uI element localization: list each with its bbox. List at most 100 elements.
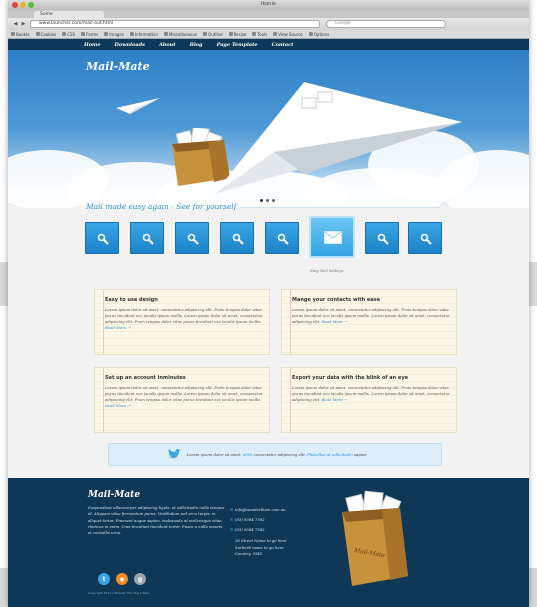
contact-phone-row: ✆ (03) 9384 7382	[230, 515, 340, 525]
magnifier-icon	[142, 233, 154, 245]
paper-plane-illustration	[214, 82, 462, 194]
nav-home[interactable]: Home	[84, 42, 101, 48]
magnifier-icon	[277, 233, 289, 245]
back-button-icon[interactable]: ◀	[12, 21, 19, 27]
hero-banner: Mail-Mate	[8, 50, 529, 208]
browser-search-input[interactable]: Google	[326, 20, 446, 28]
magnifier-icon	[420, 233, 432, 245]
feature-body: Lorem ipsum dolor sit amet, consectetur …	[292, 307, 450, 324]
bookmark-item[interactable]: Tools	[252, 32, 267, 37]
contact-email-link[interactable]: info@wanderthem.com.au	[235, 507, 286, 512]
featured-tile-caption: - Easy Mail Settings	[308, 269, 344, 273]
read-more-link[interactable]: Read More →	[322, 319, 348, 324]
bookmark-item[interactable]: Options	[308, 32, 329, 37]
footer-description: Suspendisse ullamcorper adipiscing ligul…	[88, 505, 225, 536]
feature-title: Set up an account inminutes	[105, 375, 186, 381]
bookmark-item[interactable]: Bookle	[11, 32, 30, 37]
footer-contact: ✉ info@wanderthem.com.au ✆ (03) 9384 7382 …	[230, 505, 340, 535]
feature-body: Lorem ipsum dolor sit amet, consectetur …	[105, 307, 263, 330]
bookmark-favicon-icon	[129, 32, 134, 36]
read-more-link[interactable]: Read More →	[322, 397, 348, 402]
contact-email-row: ✉ info@wanderthem.com.au	[230, 505, 340, 515]
margin-line	[290, 368, 291, 432]
magnifier-icon	[187, 233, 199, 245]
margin-line	[103, 290, 104, 354]
feature-box: Set up an account inminutes Lorem ipsum …	[94, 367, 270, 433]
nav-page-template[interactable]: Page Template	[217, 42, 258, 48]
footer-address: 26 Street Name to go here Surburb name t…	[235, 538, 287, 556]
feature-title: Mange your contacts with ease	[292, 297, 381, 303]
copyright: Copyright 2011 | Wander Han Tag 1 Italic	[88, 591, 150, 595]
bookmark-item[interactable]: Resize	[228, 32, 246, 37]
bookmark-favicon-icon	[81, 32, 86, 36]
bookmark-favicon-icon	[308, 32, 313, 36]
contact-fax-row: ✆ (03) 9384 7382	[230, 525, 340, 535]
bookmark-favicon-icon	[273, 32, 278, 36]
google-icon[interactable]: g	[134, 573, 146, 585]
bookmark-item[interactable]: View Source	[273, 32, 303, 37]
window-titlebar: Ikonie	[8, 0, 529, 10]
feature-box: Mange your contacts with ease Lorem ipsu…	[281, 289, 457, 355]
margin-line	[103, 368, 104, 432]
feature-tile[interactable]	[85, 222, 119, 254]
tweet-link[interactable]: Phasellus id sollicitudin	[307, 452, 353, 457]
read-more-link[interactable]: Read More →	[105, 325, 131, 330]
nav-contact[interactable]: Contact	[272, 42, 294, 48]
window-title: Ikonie	[261, 1, 276, 7]
bookmark-favicon-icon	[104, 32, 109, 36]
tweet-link[interactable]: n900	[243, 452, 253, 457]
bookmark-item[interactable]: Miscellaneous	[164, 32, 197, 37]
bookmark-item[interactable]: Images	[104, 32, 124, 37]
feature-tile[interactable]	[365, 222, 399, 254]
feature-tile[interactable]	[408, 222, 442, 254]
browser-window: Ikonie Some ◀ ▶ www.launcher.com/mail-ou…	[8, 0, 529, 607]
bookmark-item[interactable]: Information	[129, 32, 158, 37]
feature-title: Export your data with the blink of an ey…	[292, 375, 408, 381]
tagline-divider	[240, 206, 441, 208]
twitter-bird-icon	[168, 449, 181, 459]
feature-body: Lorem ipsum dolor sit amet, consectetur …	[292, 385, 450, 402]
browser-tab[interactable]: Some	[34, 11, 104, 18]
footer-logo: Mail-Mate	[88, 490, 141, 500]
envelope-icon	[324, 231, 342, 244]
forward-button-icon[interactable]: ▶	[20, 21, 27, 27]
latest-tweet-bar: Lorem ipsum dolor sit amet, n900 consect…	[108, 443, 442, 466]
feature-box: Export your data with the blink of an ey…	[281, 367, 457, 433]
feature-tile-featured[interactable]	[309, 216, 355, 258]
feature-tile[interactable]	[130, 222, 164, 254]
feature-tiles	[85, 216, 445, 262]
nav-downloads[interactable]: Downloads	[115, 42, 145, 48]
tweet-text: Lorem ipsum dolor sit amet, n900 consect…	[187, 452, 367, 457]
feature-box: Easy to use design Lorem ipsum dolor sit…	[94, 289, 270, 355]
bookmark-favicon-icon	[35, 32, 40, 36]
bookmark-item[interactable]: Forms	[81, 32, 98, 37]
small-paper-plane-illustration	[116, 98, 160, 114]
bookmark-item[interactable]: Cookies	[35, 32, 56, 37]
magnifier-icon	[232, 233, 244, 245]
magnifier-icon	[377, 233, 389, 245]
magnifier-icon	[97, 233, 109, 245]
footer-mail-box-illustration: Mail-Mate	[342, 490, 408, 586]
feature-tile[interactable]	[175, 222, 209, 254]
browser-toolbar: ◀ ▶ www.launcher.com/mail-out.html Googl…	[8, 18, 529, 30]
bookmark-item[interactable]: CSS	[62, 32, 75, 37]
address-bar[interactable]: www.launcher.com/mail-out.html	[30, 20, 320, 28]
twitter-icon[interactable]: t	[98, 573, 110, 585]
site-footer: Mail-Mate Suspendisse ullamcorper adipis…	[8, 478, 529, 607]
nav-blog[interactable]: Blog	[190, 42, 203, 48]
feature-body: Lorem ipsum dolor sit amet, consectetur …	[105, 385, 263, 408]
read-more-link[interactable]: Read More →	[105, 403, 131, 408]
tagline: Mail made easy again - See for yourself	[86, 202, 441, 211]
bookmark-favicon-icon	[11, 32, 15, 36]
feature-tile[interactable]	[220, 222, 254, 254]
nav-about[interactable]: About	[159, 42, 176, 48]
bookmark-favicon-icon	[62, 32, 67, 36]
tab-bar: Some	[8, 10, 529, 18]
bookmark-favicon-icon	[228, 32, 233, 36]
bookmark-favicon-icon	[164, 32, 169, 36]
feature-tile[interactable]	[265, 222, 299, 254]
bookmarks-bar: Bookle Cookies CSS Forms Images Informat…	[8, 30, 529, 39]
site-logo[interactable]: Mail-Mate	[86, 60, 150, 73]
bookmark-item[interactable]: Outline	[203, 32, 223, 37]
rss-icon[interactable]: ◉	[116, 573, 128, 585]
